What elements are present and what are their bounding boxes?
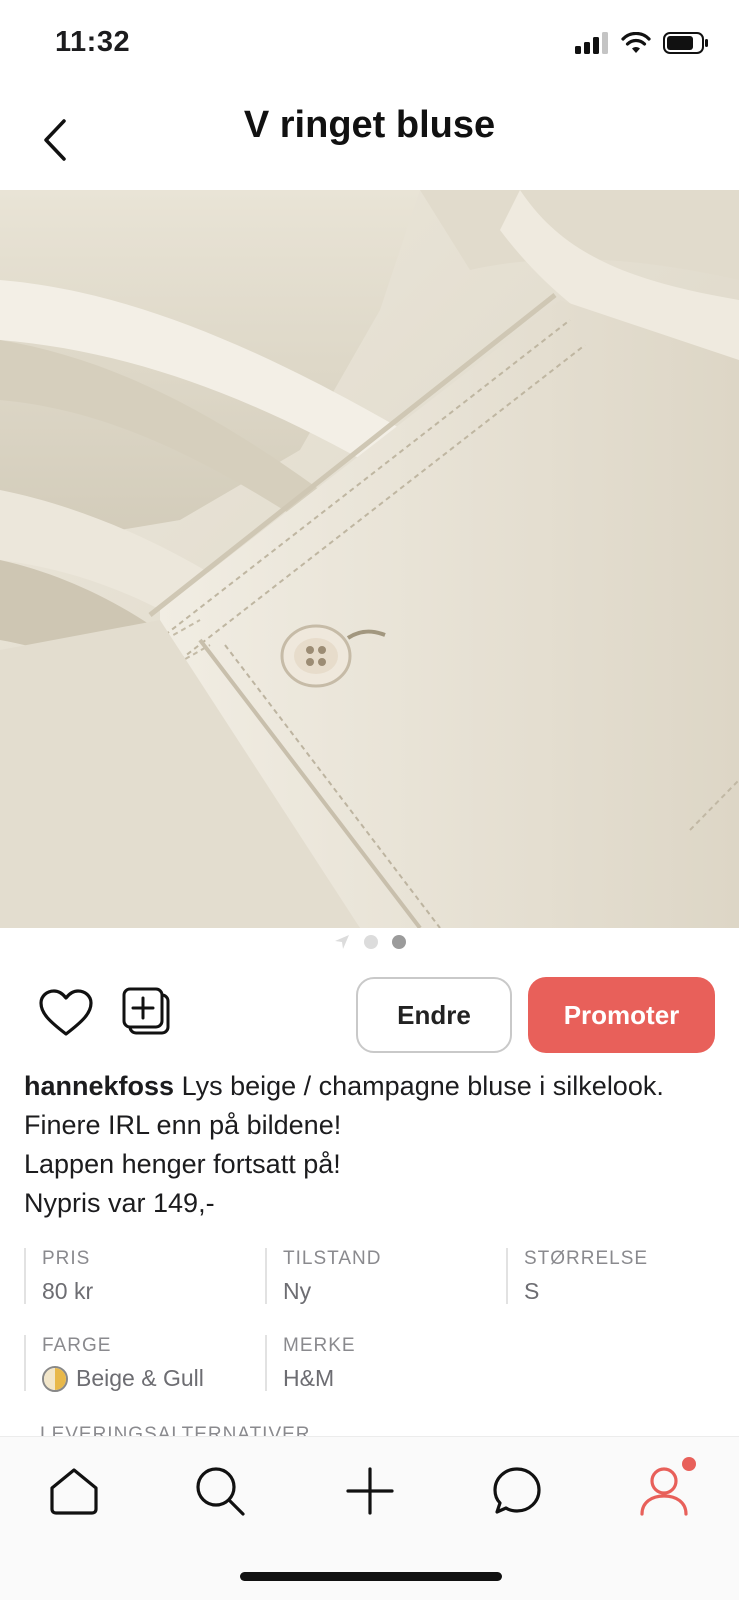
attr-size: STØRRELSE S (506, 1248, 648, 1304)
attr-condition: TILSTAND Ny (265, 1248, 381, 1304)
description-line: Finere IRL enn på bildene! (24, 1110, 342, 1140)
pager-dot-active[interactable] (391, 935, 406, 949)
promote-button[interactable]: Promoter (528, 977, 715, 1053)
add-to-collection-button[interactable] (116, 981, 180, 1045)
description-line: Nypris var 149,- (24, 1188, 215, 1218)
edit-button[interactable]: Endre (356, 977, 512, 1053)
attr-price: PRIS 80 kr (24, 1248, 93, 1304)
action-row: Endre Promoter (0, 975, 739, 1055)
chat-bubble-icon (493, 1467, 541, 1514)
attr-value: Beige & Gull (42, 1365, 204, 1392)
nav-profile[interactable] (632, 1457, 696, 1523)
add-collection-icon (122, 987, 170, 1035)
battery-icon (663, 32, 708, 54)
color-value-text: Beige & Gull (76, 1365, 204, 1391)
attr-label: STØRRELSE (524, 1248, 649, 1269)
wifi-icon (621, 32, 651, 53)
status-time: 11:32 (55, 26, 131, 58)
pager-dot[interactable] (363, 935, 378, 949)
attr-value: H&M (283, 1365, 335, 1391)
plus-icon (346, 1467, 394, 1515)
status-bar: 11:32 (0, 0, 739, 90)
attr-label: FARGE (42, 1335, 112, 1356)
image-pager (0, 934, 739, 950)
attr-label: TILSTAND (283, 1248, 382, 1269)
home-indicator (240, 1572, 502, 1581)
nav-add[interactable] (338, 1459, 402, 1523)
location-arrow-icon (334, 935, 349, 949)
description-text: Lys beige / champagne bluse i silkelook. (181, 1071, 664, 1101)
like-button[interactable] (34, 981, 98, 1045)
search-icon (196, 1467, 245, 1516)
home-icon (50, 1468, 98, 1515)
nav-home[interactable] (42, 1459, 106, 1523)
header: V ringet bluse (0, 90, 739, 190)
attr-brand: MERKE H&M (265, 1335, 356, 1391)
description-first-line: hannekfoss Lys beige / champagne bluse i… (24, 1067, 724, 1106)
attr-value: Ny (283, 1278, 312, 1304)
attr-color: FARGE Beige & Gull (24, 1335, 204, 1392)
color-swatch-icon (42, 1365, 68, 1392)
listing-description: hannekfoss Lys beige / champagne bluse i… (24, 1067, 724, 1223)
nav-messages[interactable] (485, 1459, 549, 1523)
notification-dot (682, 1457, 696, 1471)
nav-search[interactable] (188, 1459, 252, 1523)
attr-label: MERKE (283, 1335, 356, 1356)
description-line: Lappen henger fortsatt på! (24, 1149, 341, 1179)
attr-value: 80 kr (42, 1278, 94, 1304)
product-photo-blouse (0, 190, 739, 928)
attr-value: S (524, 1278, 540, 1304)
signal-icon (575, 32, 608, 54)
seller-username[interactable]: hannekfoss (24, 1071, 174, 1101)
product-image[interactable] (0, 190, 739, 928)
attr-label: PRIS (42, 1248, 91, 1269)
profile-icon (640, 1467, 688, 1516)
page-title: V ringet bluse (243, 104, 496, 146)
status-icons (575, 32, 709, 54)
heart-icon (39, 989, 93, 1036)
